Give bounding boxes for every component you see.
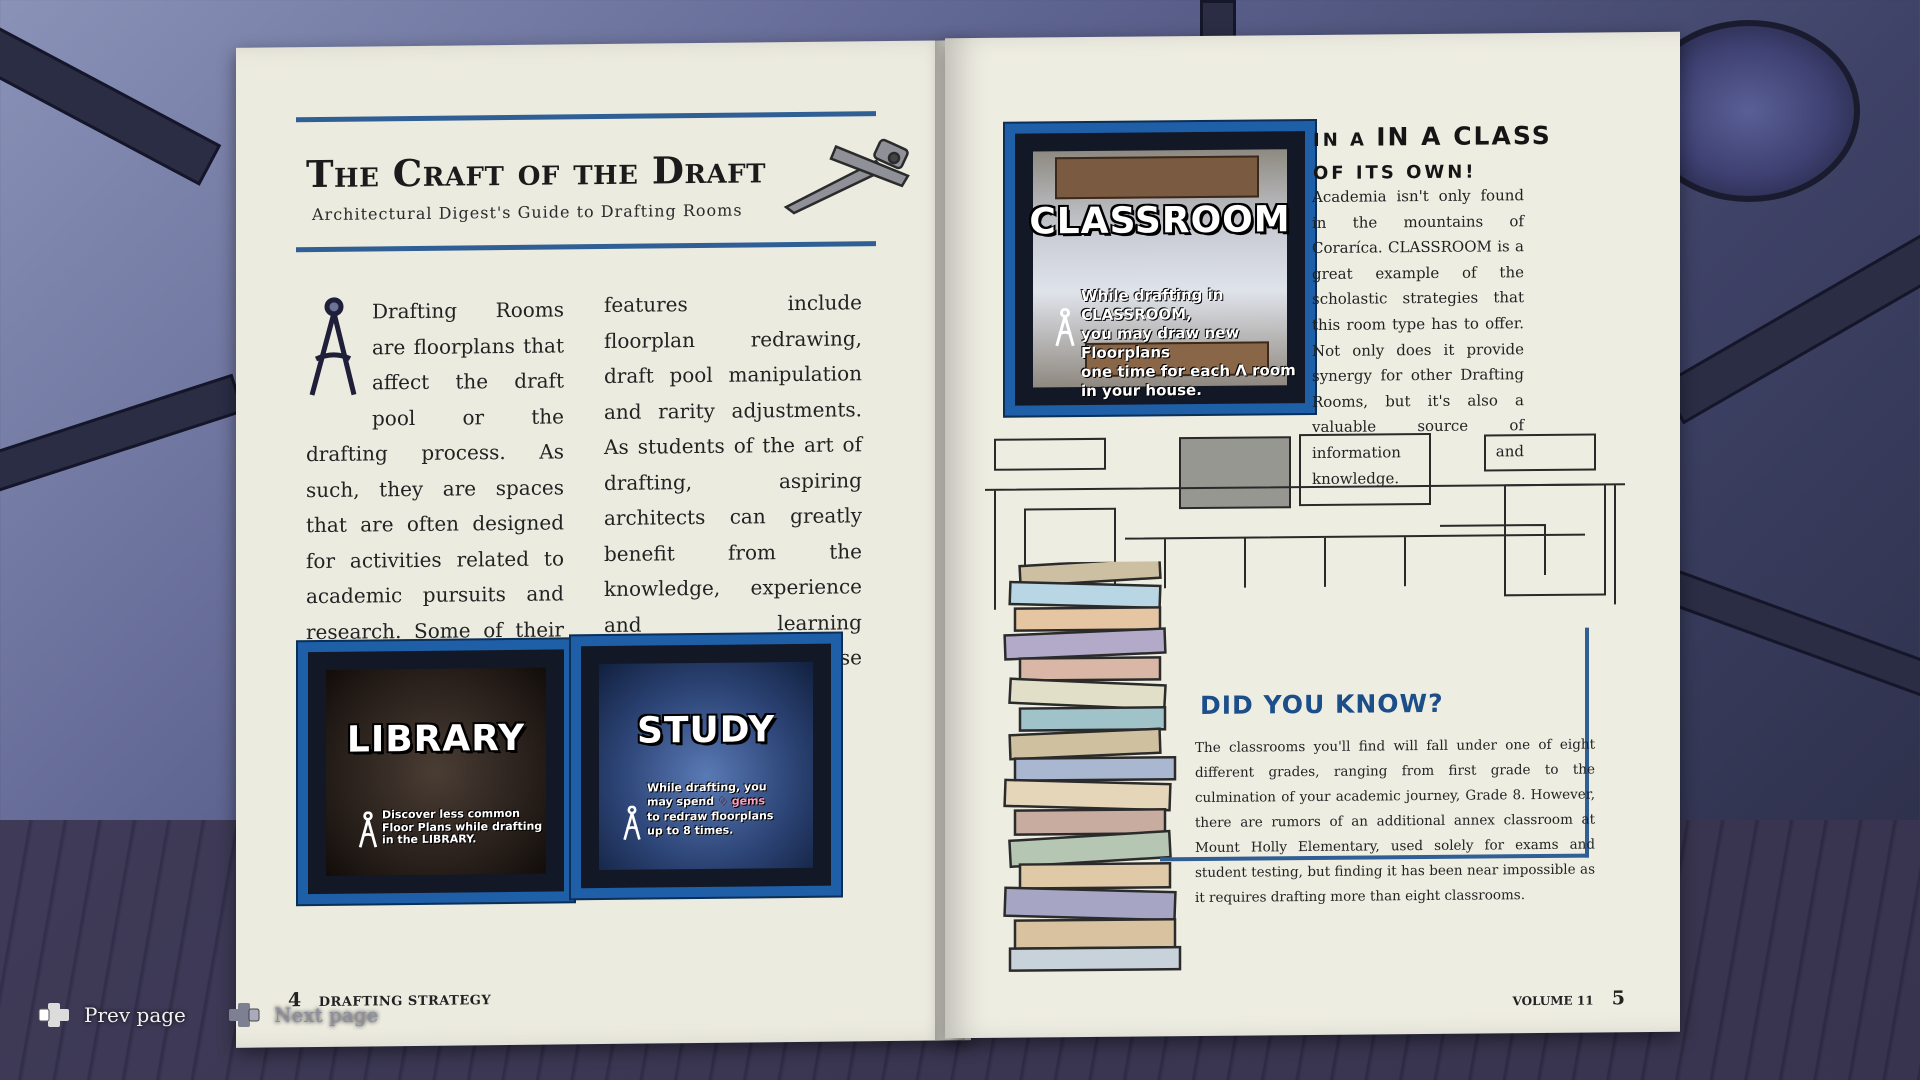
study-card: STUDY While drafting, you may spend ♢ ge… bbox=[571, 633, 841, 899]
classroom-description: While drafting in CLASSROOM, you may dra… bbox=[1081, 285, 1296, 401]
did-you-know-text: The classrooms you'll find will fall und… bbox=[1195, 736, 1595, 907]
body-column-1: Drafting Rooms are floorplans that affec… bbox=[306, 292, 564, 685]
right-page-footer: VOLUME 11 5 bbox=[1512, 987, 1625, 1010]
right-page-number: 5 bbox=[1611, 987, 1625, 1010]
next-page-control[interactable]: Next page bbox=[228, 1002, 378, 1028]
classroom-title: CLASSROOM bbox=[1029, 199, 1291, 243]
header-rule-top bbox=[296, 111, 876, 123]
page-subtitle: Architectural Digest's Guide to Drafting… bbox=[312, 200, 743, 225]
right-page: CLASSROOM While drafting in CLASSROOM, y… bbox=[945, 31, 1680, 1039]
study-description: While drafting, you may spend ♢ gems to … bbox=[647, 780, 774, 838]
section-heading: IN A IN A CLASS OF ITS OWN! bbox=[1313, 120, 1552, 184]
page-title: The Craft of the Draft bbox=[306, 147, 766, 197]
dpad-left-icon bbox=[38, 1003, 69, 1027]
study-title: STUDY bbox=[636, 709, 776, 752]
gem-icon: ♢ bbox=[717, 794, 728, 809]
prev-page-control[interactable]: Prev page bbox=[38, 1002, 186, 1028]
drafting-compass-icon bbox=[1055, 308, 1075, 347]
drafting-compass-icon bbox=[358, 811, 378, 848]
prev-page-label: Prev page bbox=[84, 1003, 186, 1027]
next-page-label: Next page bbox=[274, 1003, 379, 1027]
drafting-compass-icon bbox=[623, 805, 641, 841]
classroom-card: CLASSROOM While drafting in CLASSROOM, y… bbox=[1005, 120, 1315, 416]
library-description: Discover less common Floor Plans while d… bbox=[382, 806, 543, 847]
drafting-compass-icon bbox=[783, 138, 910, 215]
library-title: LIBRARY bbox=[346, 717, 526, 761]
header-rule-bottom bbox=[296, 241, 876, 253]
volume-label: VOLUME 11 bbox=[1512, 993, 1594, 1009]
classroom-shelves bbox=[1055, 155, 1259, 200]
drafting-compass-icon: Λ bbox=[1235, 361, 1247, 380]
drafting-compass-dropcap-icon bbox=[309, 297, 357, 396]
left-page: The Craft of the Draft Architectural Dig… bbox=[236, 40, 971, 1048]
did-you-know-title: DID YOU KNOW? bbox=[1200, 688, 1444, 720]
library-card: LIBRARY Discover less common Floor Plans… bbox=[298, 639, 574, 905]
dpad-right-icon bbox=[229, 1003, 260, 1027]
